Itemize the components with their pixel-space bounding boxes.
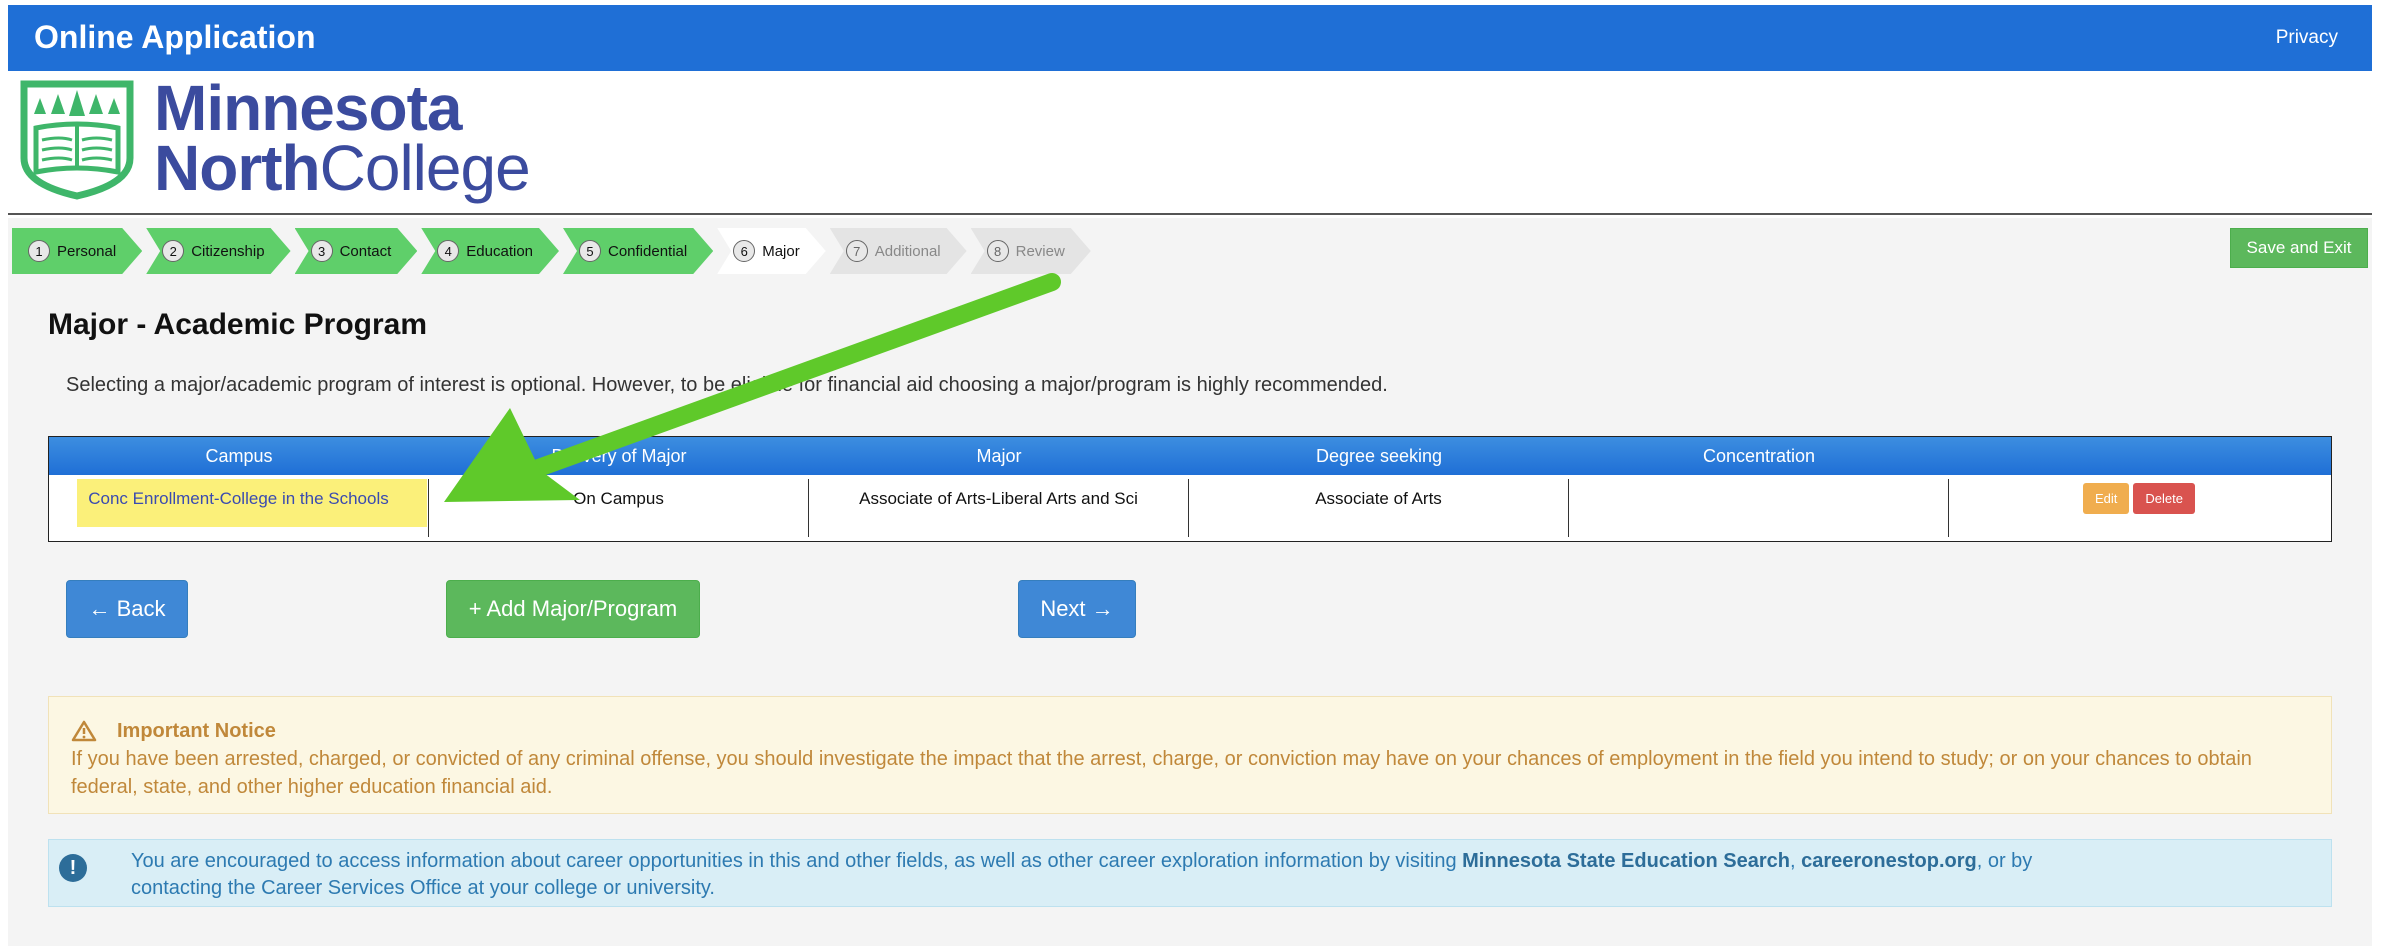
save-and-exit-button[interactable]: Save and Exit xyxy=(2230,228,2368,268)
table-header: Campus Delivery of Major Major Degree se… xyxy=(49,437,2331,475)
step-education[interactable]: 4 Education xyxy=(421,228,559,274)
col-actions xyxy=(1949,437,2329,475)
table-row: Conc Enrollment-College in the Schools O… xyxy=(49,475,2331,541)
page-title: Major - Academic Program xyxy=(48,308,427,341)
col-concentration: Concentration xyxy=(1702,446,1816,466)
intro-text: Selecting a major/academic program of in… xyxy=(66,374,1388,396)
cell-delivery: On Campus xyxy=(429,479,809,537)
education-search-link[interactable]: Minnesota State Education Search xyxy=(1462,850,1790,872)
app-title: Online Application xyxy=(34,19,316,55)
careeronestop-link[interactable]: careeronestop.org xyxy=(1801,850,1977,872)
edit-button[interactable]: Edit xyxy=(2083,483,2130,514)
progress-steps: 1 Personal 2 Citizenship 3 Contact 4 Educati… xyxy=(12,228,1095,274)
col-delivery: Delivery of Major xyxy=(551,446,687,466)
step-additional: 7 Additional xyxy=(830,228,967,274)
col-degree: Degree seeking xyxy=(1315,446,1443,466)
career-info: ! You are encouraged to access informati… xyxy=(48,839,2332,907)
step-confidential[interactable]: 5 Confidential xyxy=(563,228,713,274)
cell-campus: Conc Enrollment-College in the Schools xyxy=(49,479,429,537)
important-notice: Important Notice If you have been arrest… xyxy=(48,696,2332,814)
header-divider xyxy=(8,213,2372,215)
col-campus: Campus xyxy=(205,446,273,466)
cell-major: Associate of Arts-Liberal Arts and Sci xyxy=(809,479,1189,537)
cell-degree: Associate of Arts xyxy=(1189,479,1569,537)
college-logo: Minnesota NorthCollege xyxy=(8,72,2372,212)
cell-concentration xyxy=(1569,479,1949,537)
college-crest-icon xyxy=(20,80,134,200)
cell-actions: Edit Delete xyxy=(1949,479,2329,537)
notice-title: Important Notice xyxy=(71,717,2309,745)
notice-text: If you have been arrested, charged, or c… xyxy=(71,748,2252,798)
step-personal[interactable]: 1 Personal xyxy=(12,228,142,274)
step-major[interactable]: 6 Major xyxy=(717,228,826,274)
step-review: 8 Review xyxy=(971,228,1091,274)
step-citizenship[interactable]: 2 Citizenship xyxy=(146,228,290,274)
privacy-link[interactable]: Privacy xyxy=(2276,27,2338,49)
wordmark-line2: NorthCollege xyxy=(154,132,531,204)
delete-button[interactable]: Delete xyxy=(2133,483,2195,514)
step-contact[interactable]: 3 Contact xyxy=(295,228,418,274)
wordmark-line1: Minnesota xyxy=(154,72,462,144)
main-panel: 1 Personal 2 Citizenship 3 Contact 4 Educati… xyxy=(8,218,2372,946)
exclamation-circle-icon: ! xyxy=(59,854,87,882)
majors-table: Campus Delivery of Major Major Degree se… xyxy=(48,436,2332,542)
col-major: Major xyxy=(976,446,1022,466)
back-button[interactable]: ← Back xyxy=(66,580,188,638)
next-button[interactable]: Next → xyxy=(1018,580,1136,638)
warning-icon xyxy=(71,720,97,742)
top-bar: Online Application Privacy xyxy=(8,5,2372,71)
add-major-button[interactable]: + Add Major/Program xyxy=(446,580,700,638)
college-wordmark: Minnesota NorthCollege xyxy=(154,72,531,204)
